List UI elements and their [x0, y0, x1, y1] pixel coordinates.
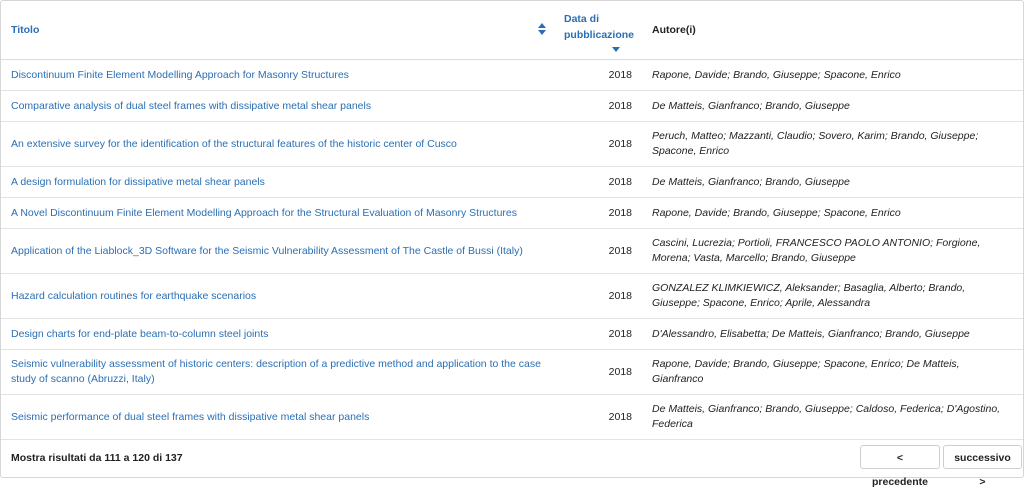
publication-title-link[interactable]: Discontinuum Finite Element Modelling Ap… [11, 69, 349, 81]
authors-cell: D'Alessandro, Elisabetta; De Matteis, Gi… [642, 318, 1023, 350]
column-header-date-label: Data di pubblicazione [564, 12, 635, 41]
publication-title-link[interactable]: Comparative analysis of dual steel frame… [11, 100, 371, 112]
column-header-title-label: Titolo [11, 24, 40, 36]
publication-title-link[interactable]: A Novel Discontinuum Finite Element Mode… [11, 207, 517, 219]
column-header-title[interactable]: Titolo [1, 1, 554, 60]
table-row: Comparative analysis of dual steel frame… [1, 90, 1023, 122]
authors-cell: Rapone, Davide; Brando, Giuseppe; Spacon… [642, 349, 1023, 395]
column-header-authors: Autore(i) [642, 1, 1023, 60]
title-cell: An extensive survey for the identificati… [1, 121, 554, 167]
table-row: A design formulation for dissipative met… [1, 166, 1023, 198]
table-row: Hazard calculation routines for earthqua… [1, 273, 1023, 319]
column-header-authors-label: Autore(i) [652, 24, 696, 36]
authors-cell: Cascini, Lucrezia; Portioli, FRANCESCO P… [642, 228, 1023, 274]
publication-year: 2018 [554, 197, 642, 229]
title-cell: A design formulation for dissipative met… [1, 166, 554, 198]
title-cell: Design charts for end-plate beam-to-colu… [1, 318, 554, 350]
publication-title-link[interactable]: Seismic performance of dual steel frames… [11, 411, 369, 423]
table-row: A Novel Discontinuum Finite Element Mode… [1, 197, 1023, 229]
authors-cell: De Matteis, Gianfranco; Brando, Giuseppe… [642, 394, 1023, 440]
publication-title-link[interactable]: Application of the Liablock_3D Software … [11, 245, 523, 257]
authors-cell: De Matteis, Gianfranco; Brando, Giuseppe [642, 90, 1023, 122]
results-summary: Mostra risultati da 111 a 120 di 137 [11, 452, 183, 464]
publication-year: 2018 [554, 121, 642, 167]
publication-year: 2018 [554, 318, 642, 350]
authors-cell: Rapone, Davide; Brando, Giuseppe; Spacon… [642, 59, 1023, 91]
table-footer: Mostra risultati da 111 a 120 di 137 < p… [1, 441, 1023, 488]
title-cell: Discontinuum Finite Element Modelling Ap… [1, 59, 554, 91]
table-row: Application of the Liablock_3D Software … [1, 228, 1023, 274]
table-body: Discontinuum Finite Element Modelling Ap… [1, 59, 1023, 440]
publication-year: 2018 [554, 90, 642, 122]
publication-year: 2018 [554, 349, 642, 395]
title-cell: Application of the Liablock_3D Software … [1, 228, 554, 274]
title-cell: Seismic vulnerability assessment of hist… [1, 349, 554, 395]
publication-year: 2018 [554, 228, 642, 274]
previous-page-button[interactable]: < precedente [860, 445, 940, 488]
column-header-date[interactable]: Data di pubblicazione [554, 1, 642, 60]
authors-cell: GONZALEZ KLIMKIEWICZ, Aleksander; Basagl… [642, 273, 1023, 319]
authors-cell: Peruch, Matteo; Mazzanti, Claudio; Sover… [642, 121, 1023, 167]
title-cell: Comparative analysis of dual steel frame… [1, 90, 554, 122]
title-cell: A Novel Discontinuum Finite Element Mode… [1, 197, 554, 229]
table-row: An extensive survey for the identificati… [1, 121, 1023, 167]
publication-year: 2018 [554, 273, 642, 319]
publication-title-link[interactable]: A design formulation for dissipative met… [11, 176, 265, 188]
results-table: Titolo Data di pubblicazione Autore(i) D… [1, 1, 1023, 440]
publication-year: 2018 [554, 166, 642, 198]
title-cell: Seismic performance of dual steel frames… [1, 394, 554, 440]
table-header-row: Titolo Data di pubblicazione Autore(i) [1, 1, 1023, 60]
table-row: Discontinuum Finite Element Modelling Ap… [1, 59, 1023, 91]
sort-both-icon[interactable] [538, 23, 546, 35]
publication-title-link[interactable]: Hazard calculation routines for earthqua… [11, 290, 256, 302]
results-panel: Titolo Data di pubblicazione Autore(i) D… [0, 0, 1024, 488]
publication-year: 2018 [554, 394, 642, 440]
publication-title-link[interactable]: An extensive survey for the identificati… [11, 138, 457, 150]
publication-year: 2018 [554, 59, 642, 91]
title-cell: Hazard calculation routines for earthqua… [1, 273, 554, 319]
authors-cell: Rapone, Davide; Brando, Giuseppe; Spacon… [642, 197, 1023, 229]
table-row: Seismic performance of dual steel frames… [1, 394, 1023, 440]
publication-title-link[interactable]: Design charts for end-plate beam-to-colu… [11, 328, 268, 340]
publication-title-link[interactable]: Seismic vulnerability assessment of hist… [11, 358, 541, 385]
table-row: Seismic vulnerability assessment of hist… [1, 349, 1023, 395]
table-row: Design charts for end-plate beam-to-colu… [1, 318, 1023, 350]
sort-desc-icon[interactable] [612, 46, 620, 52]
next-page-button[interactable]: successivo > [943, 445, 1022, 488]
authors-cell: De Matteis, Gianfranco; Brando, Giuseppe [642, 166, 1023, 198]
